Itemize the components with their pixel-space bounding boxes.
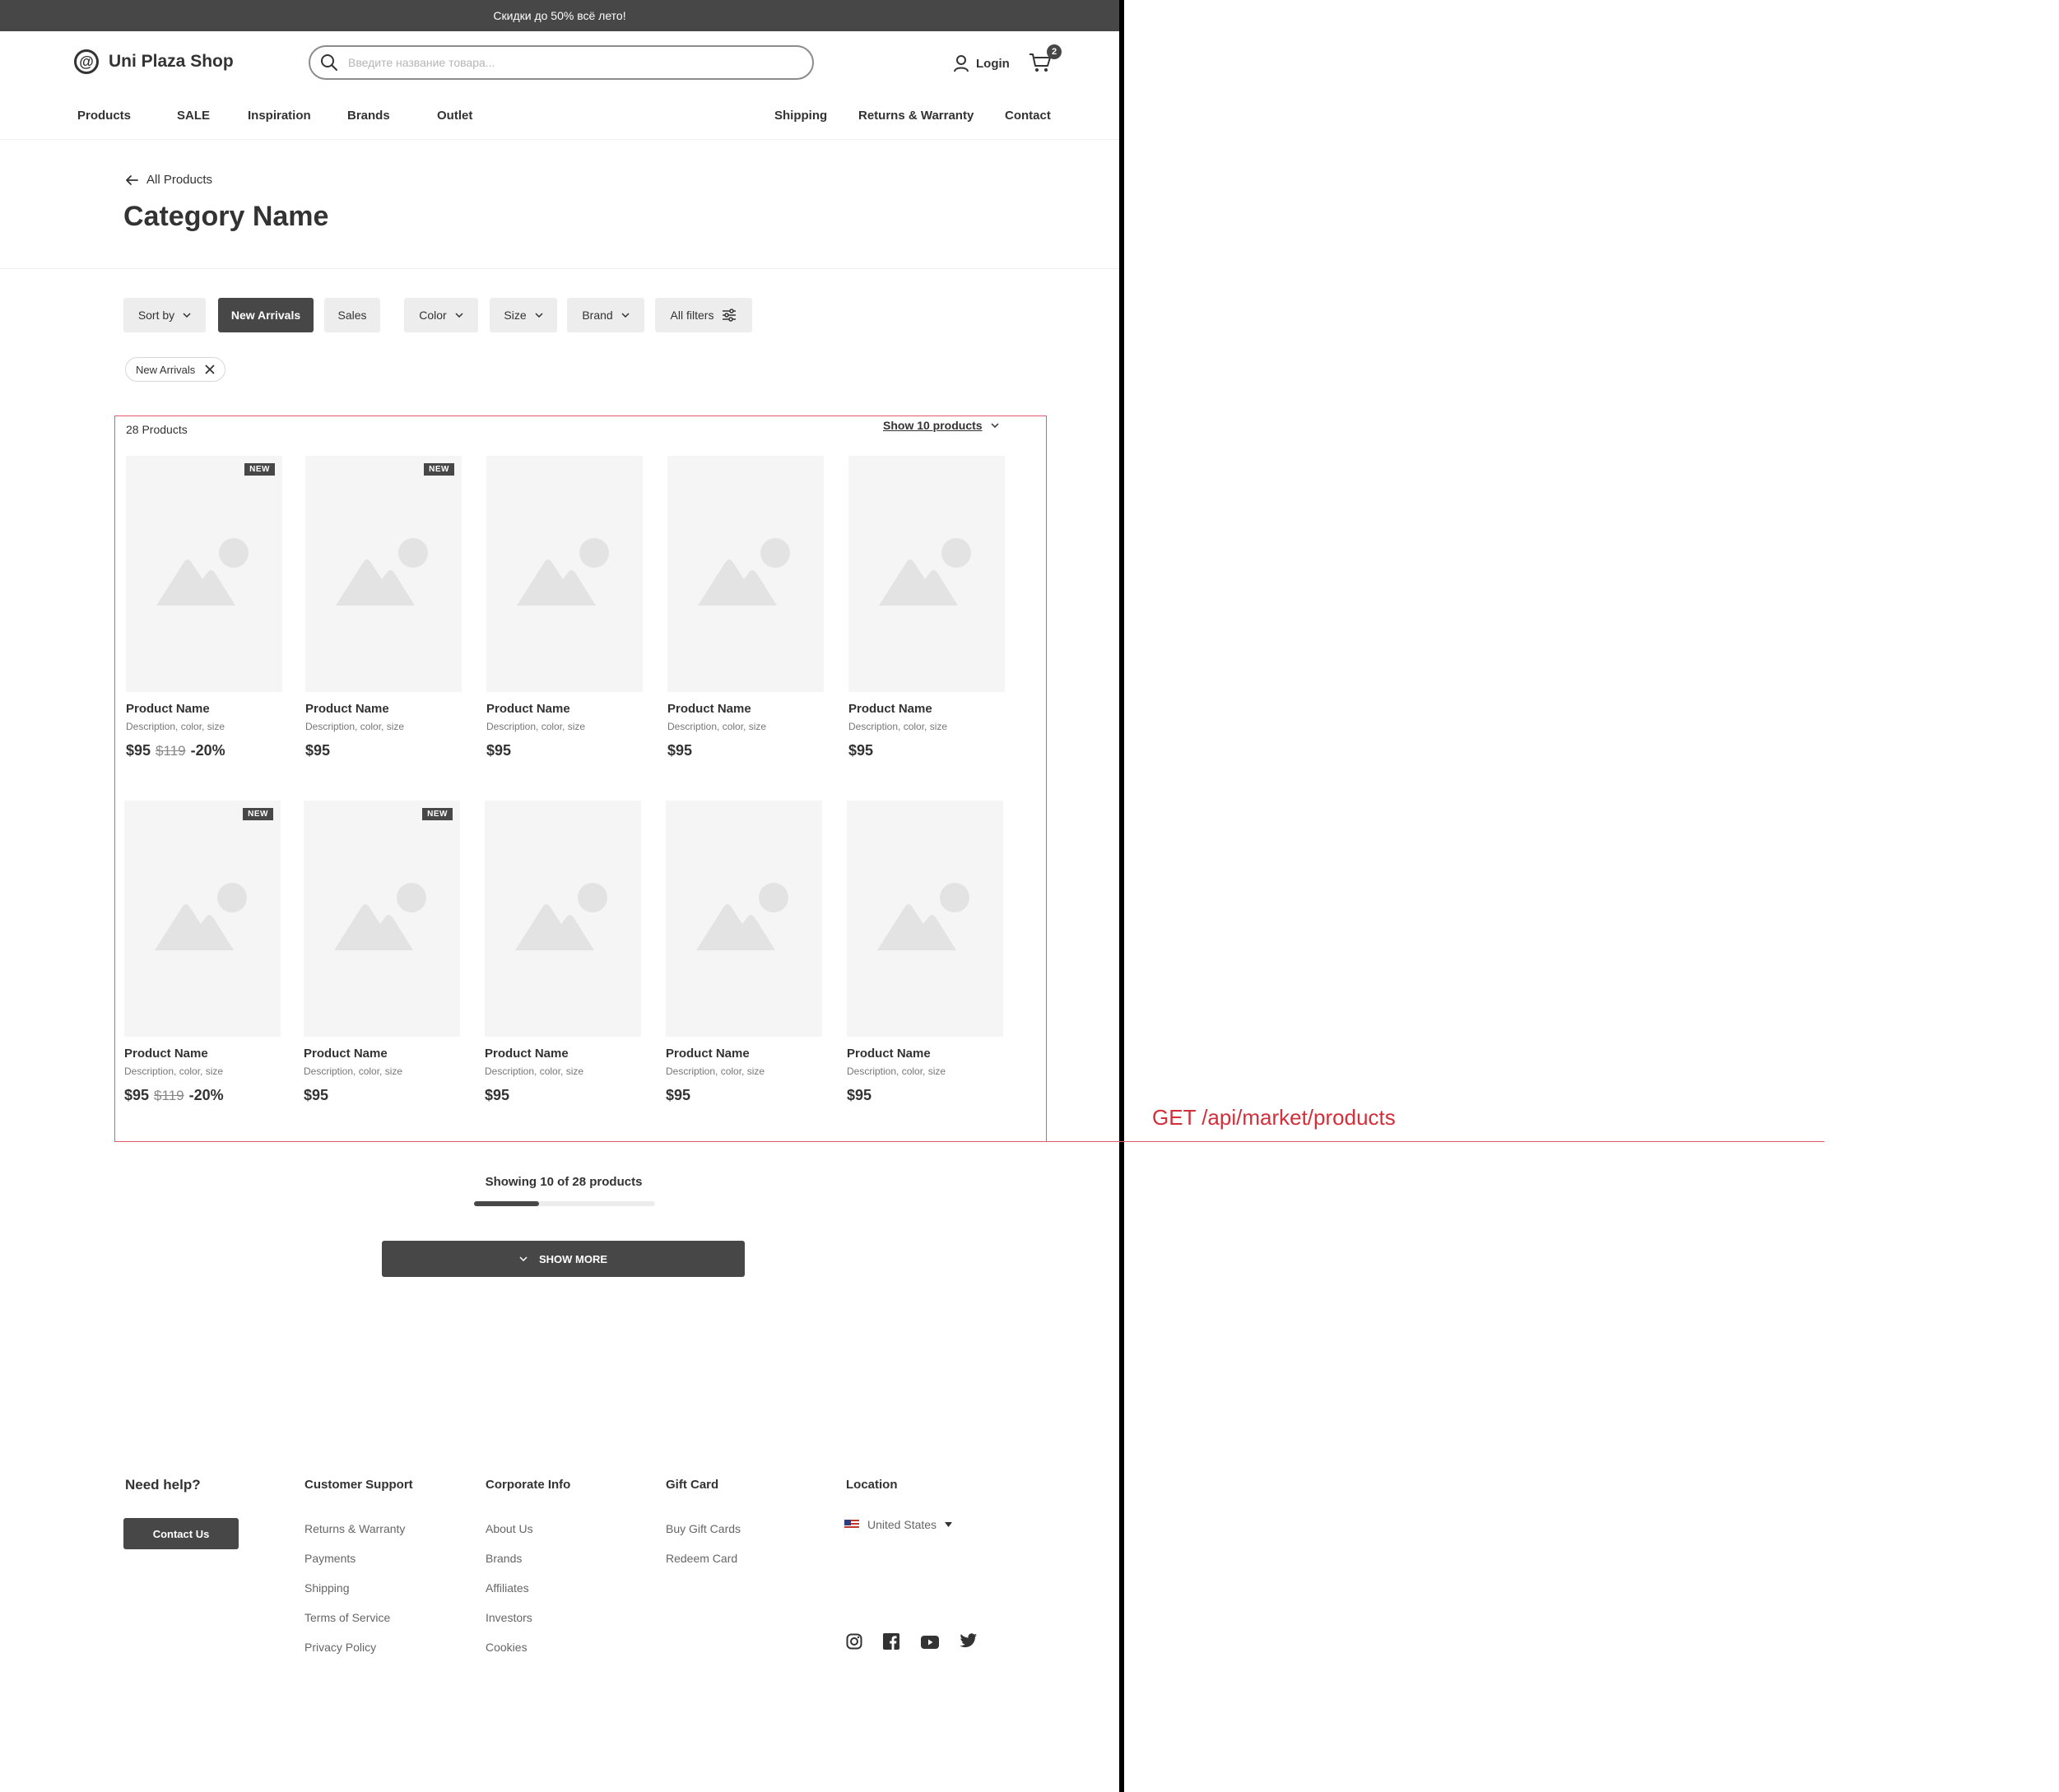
- at-logo-icon: @: [74, 49, 99, 74]
- promo-banner: Скидки до 50% всё лето!: [0, 0, 1119, 31]
- annotation-line: [1047, 1141, 1824, 1142]
- footer-link[interactable]: Investors: [486, 1611, 532, 1624]
- active-filter-tag[interactable]: New Arrivals: [125, 357, 226, 382]
- footer-link[interactable]: Cookies: [486, 1641, 528, 1654]
- chevron-down-icon: [455, 313, 463, 318]
- divider-line: [1119, 0, 1124, 1792]
- arrow-left-icon: [126, 174, 138, 185]
- progress-fill: [474, 1201, 539, 1206]
- color-dropdown[interactable]: Color: [404, 298, 478, 332]
- user-icon: [954, 55, 969, 72]
- location-label: United States: [867, 1518, 937, 1531]
- header-divider: [0, 139, 1119, 140]
- active-filter-label: New Arrivals: [136, 363, 196, 376]
- contact-us-button[interactable]: Contact Us: [123, 1518, 239, 1549]
- search-input[interactable]: [346, 55, 794, 70]
- new-arrivals-filter[interactable]: New Arrivals: [218, 298, 314, 332]
- need-help-heading: Need help?: [125, 1477, 201, 1493]
- api-annotation-label: GET /api/market/products: [1152, 1105, 1396, 1130]
- footer-link[interactable]: Payments: [304, 1552, 356, 1565]
- back-link-label: All Products: [146, 173, 213, 187]
- login-button[interactable]: Login: [953, 54, 1010, 72]
- footer-heading-customer-support: Customer Support: [304, 1478, 413, 1492]
- brand-dropdown[interactable]: Brand: [567, 298, 644, 332]
- chevron-down-icon: [183, 313, 191, 318]
- brand-label: Brand: [582, 309, 613, 322]
- size-dropdown[interactable]: Size: [490, 298, 557, 332]
- location-selector[interactable]: United States: [844, 1518, 953, 1531]
- facebook-icon[interactable]: [883, 1633, 899, 1650]
- footer-link[interactable]: Shipping: [304, 1581, 350, 1595]
- api-annotation-box: [114, 416, 1047, 1142]
- footer-link[interactable]: Brands: [486, 1552, 522, 1565]
- search-icon: [321, 54, 337, 71]
- footer-link[interactable]: Affiliates: [486, 1581, 529, 1595]
- footer-link[interactable]: About Us: [486, 1522, 533, 1535]
- nav-products[interactable]: Products: [77, 109, 131, 123]
- nav-contact[interactable]: Contact: [1005, 109, 1051, 123]
- close-icon[interactable]: [205, 364, 215, 374]
- all-filters-button[interactable]: All filters: [655, 298, 752, 332]
- size-label: Size: [504, 309, 527, 322]
- nav-inspiration[interactable]: Inspiration: [248, 109, 311, 123]
- footer-link[interactable]: Privacy Policy: [304, 1641, 376, 1654]
- sort-by-dropdown[interactable]: Sort by: [123, 298, 206, 332]
- youtube-icon[interactable]: [921, 1636, 939, 1649]
- logo-text: Uni Plaza Shop: [109, 52, 234, 71]
- footer-heading-gift-card: Gift Card: [666, 1478, 719, 1492]
- nav-brands[interactable]: Brands: [347, 109, 390, 123]
- cart-count-badge: 2: [1047, 44, 1062, 59]
- footer-heading-location: Location: [846, 1478, 898, 1492]
- nav-shipping[interactable]: Shipping: [774, 109, 827, 123]
- chevron-down-icon: [535, 313, 543, 318]
- all-filters-label: All filters: [670, 309, 714, 322]
- caret-down-icon: [945, 1522, 953, 1527]
- back-link[interactable]: All Products: [125, 173, 212, 187]
- footer-link[interactable]: Terms of Service: [304, 1611, 390, 1624]
- show-more-button[interactable]: SHOW MORE: [382, 1241, 745, 1277]
- color-label: Color: [419, 309, 447, 322]
- sales-filter[interactable]: Sales: [324, 298, 380, 332]
- cart-button[interactable]: 2: [1029, 44, 1062, 78]
- footer-heading-corporate-info: Corporate Info: [486, 1478, 571, 1492]
- us-flag-icon: [844, 1520, 859, 1530]
- showing-text: Showing 10 of 28 products: [485, 1175, 643, 1189]
- search-bar[interactable]: [309, 45, 814, 80]
- login-label: Login: [976, 56, 1010, 71]
- sort-by-label: Sort by: [137, 309, 175, 322]
- title-divider: [0, 268, 1119, 269]
- footer-link[interactable]: Redeem Card: [666, 1552, 737, 1565]
- twitter-icon[interactable]: [960, 1633, 978, 1648]
- chevron-down-icon: [621, 313, 630, 318]
- page-title: Category Name: [123, 201, 329, 232]
- sliders-icon: [723, 309, 737, 322]
- chevron-down-icon: [519, 1256, 528, 1261]
- page: Скидки до 50% всё лето! @ Uni Plaza Shop…: [0, 0, 1119, 1792]
- nav-sale[interactable]: SALE: [177, 109, 210, 123]
- logo[interactable]: @ Uni Plaza Shop: [74, 49, 234, 74]
- show-more-label: SHOW MORE: [538, 1252, 608, 1265]
- nav-returns-warranty[interactable]: Returns & Warranty: [858, 109, 974, 123]
- footer-link[interactable]: Returns & Warranty: [304, 1522, 405, 1535]
- instagram-icon[interactable]: [846, 1633, 862, 1650]
- nav-outlet[interactable]: Outlet: [437, 109, 472, 123]
- footer-link[interactable]: Buy Gift Cards: [666, 1522, 741, 1535]
